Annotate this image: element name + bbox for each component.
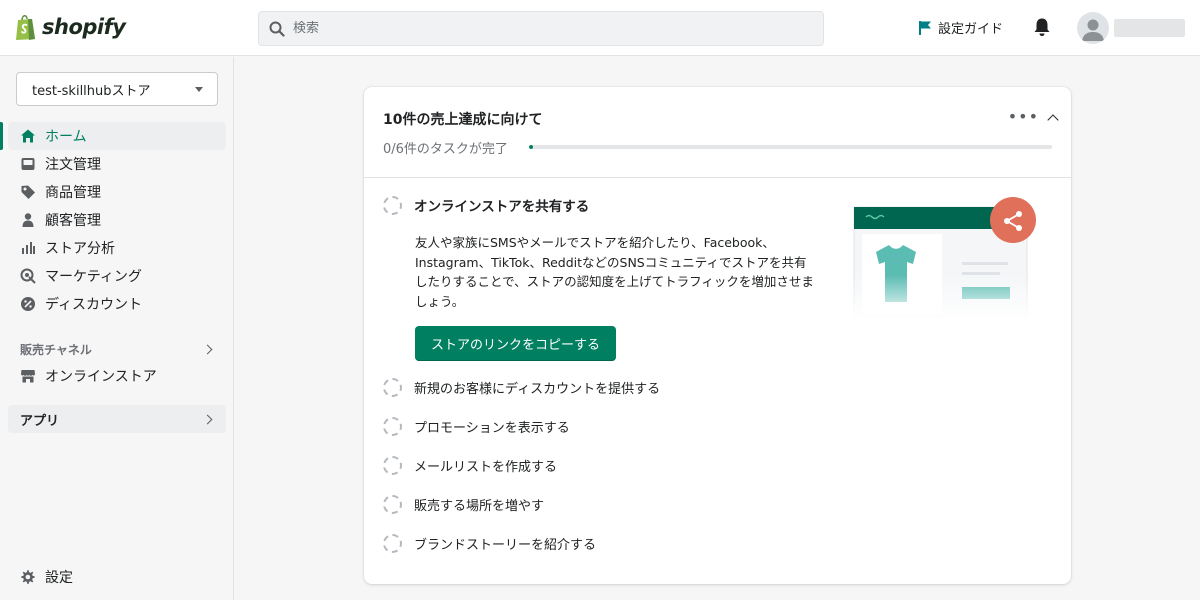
apps-header[interactable]: アプリ	[8, 405, 226, 433]
share-illustration	[844, 190, 1044, 323]
chevron-right-icon	[202, 344, 213, 354]
flag-icon	[919, 20, 931, 35]
shopify-logo[interactable]: shopify	[14, 13, 126, 41]
setup-guide-card: 10件の売上達成に向けて ••• 0/6件のタスクが完了 オンラインストアを共有…	[364, 87, 1071, 584]
task-status-circle-icon[interactable]	[383, 195, 402, 215]
nav-item-label: 商品管理	[45, 185, 101, 201]
search-input[interactable]	[293, 21, 793, 36]
shopify-bag-icon	[16, 15, 35, 40]
nav-item-discounts[interactable]: ディスカウント	[8, 290, 226, 318]
nav-item-online-store[interactable]: オンラインストア	[8, 362, 226, 390]
task-brand-story[interactable]: ブランドストーリーを紹介する	[383, 534, 596, 553]
store-name: test-skillhubストア	[32, 83, 151, 99]
nav-item-products[interactable]: 商品管理	[8, 178, 226, 206]
task-label: メールリストを作成する	[414, 460, 558, 475]
nav-item-label: オンラインストア	[45, 369, 157, 385]
nav-item-label: マーケティング	[45, 269, 142, 285]
card-actions: •••	[1008, 109, 1059, 126]
user-name-placeholder	[1114, 19, 1185, 37]
task-status-circle-icon[interactable]	[383, 456, 402, 475]
progress-text: 0/6件のタスクが完了	[383, 142, 508, 157]
task-label: プロモーションを表示する	[414, 421, 570, 436]
search-icon	[269, 21, 285, 37]
chevron-up-icon[interactable]	[1047, 113, 1059, 126]
bell-icon	[1034, 18, 1050, 36]
task-status-circle-icon[interactable]	[383, 495, 402, 514]
chevron-right-icon	[202, 414, 213, 424]
gear-icon	[21, 570, 35, 584]
tag-icon	[20, 184, 36, 200]
task-email-list[interactable]: メールリストを作成する	[383, 456, 557, 475]
store-icon	[20, 368, 36, 384]
nav-item-label: 顧客管理	[45, 213, 101, 229]
logo-text: shopify	[42, 15, 126, 39]
inbox-icon	[20, 156, 36, 172]
progress-fill	[529, 145, 533, 149]
sales-channels-header[interactable]: 販売チャネル	[20, 339, 214, 359]
card-title: 10件の売上達成に向けて	[383, 112, 543, 128]
task-label: オンラインストアを共有する	[414, 199, 590, 215]
nav-item-marketing[interactable]: マーケティング	[8, 262, 226, 290]
sales-channels-label: 販売チャネル	[20, 342, 92, 357]
task-more-channels[interactable]: 販売する場所を増やす	[383, 495, 544, 514]
settings-label: 設定	[45, 570, 73, 586]
task-label: 新規のお客様にディスカウントを提供する	[414, 382, 661, 397]
nav-item-home[interactable]: ホーム	[0, 122, 226, 150]
notifications-button[interactable]	[1033, 17, 1051, 41]
task-label: ブランドストーリーを紹介する	[414, 538, 597, 553]
divider	[364, 177, 1071, 178]
person-icon	[20, 212, 36, 228]
nav-item-customers[interactable]: 顧客管理	[8, 206, 226, 234]
more-actions-icon[interactable]: •••	[1008, 109, 1039, 125]
task-status-circle-icon[interactable]	[383, 417, 402, 436]
progress-bar	[529, 145, 1052, 149]
main-nav: ホーム 注文管理 商品管理 顧客管理 ストア分析 マーケティング ディスカウント	[0, 122, 226, 318]
task-status-circle-icon[interactable]	[383, 534, 402, 553]
discount-icon	[20, 296, 36, 312]
bar-chart-icon	[20, 240, 36, 256]
setup-guide-label: 設定ガイド	[938, 22, 1004, 37]
nav-item-label: ホーム	[45, 129, 87, 145]
search-bar[interactable]	[258, 11, 824, 46]
nav-item-orders[interactable]: 注文管理	[8, 150, 226, 178]
avatar[interactable]	[1077, 12, 1109, 44]
nav-item-label: ディスカウント	[45, 297, 143, 313]
store-selector[interactable]: test-skillhubストア	[16, 72, 218, 106]
setup-guide-link[interactable]: 設定ガイド	[918, 18, 1003, 37]
home-icon	[20, 128, 36, 144]
nav-item-label: 注文管理	[45, 157, 101, 173]
task-description: 友人や家族にSMSやメールでストアを紹介したり、Facebook、Instagr…	[415, 235, 814, 309]
caret-down-icon	[195, 86, 203, 92]
task-discount[interactable]: 新規のお客様にディスカウントを提供する	[383, 378, 660, 397]
task-promotion[interactable]: プロモーションを表示する	[383, 417, 570, 436]
top-bar: shopify 設定ガイド	[0, 0, 1200, 56]
user-avatar-icon	[1082, 19, 1104, 41]
copy-store-link-button[interactable]: ストアのリンクをコピーする	[415, 326, 617, 361]
apps-label: アプリ	[20, 413, 60, 429]
sidebar: test-skillhubストア ホーム 注文管理 商品管理 顧客管理 ストア分…	[0, 57, 234, 600]
nav-item-settings[interactable]: 設定	[20, 567, 73, 587]
task-label: 販売する場所を増やす	[414, 499, 545, 514]
nav-item-label: ストア分析	[45, 241, 115, 257]
task-status-circle-icon[interactable]	[383, 378, 402, 397]
target-icon	[20, 268, 36, 284]
nav-item-analytics[interactable]: ストア分析	[8, 234, 226, 262]
task-share-store[interactable]: オンラインストアを共有する	[383, 195, 589, 215]
